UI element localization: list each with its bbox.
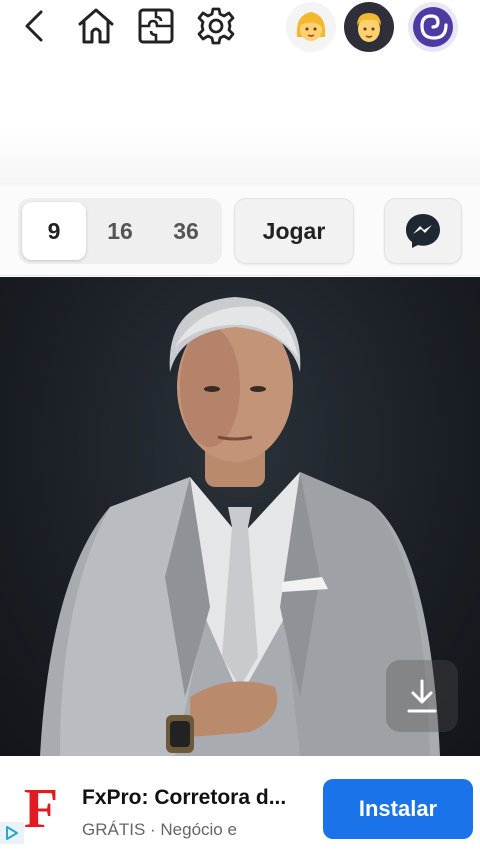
man-icon xyxy=(357,13,381,42)
download-icon xyxy=(407,679,437,713)
back-button[interactable] xyxy=(12,4,56,48)
piece-count-selector: 9 16 36 xyxy=(18,198,222,264)
home-icon xyxy=(78,8,114,44)
woman-icon xyxy=(296,12,326,41)
piece-option-16[interactable]: 16 xyxy=(88,202,152,260)
messenger-button[interactable] xyxy=(384,198,462,264)
gear-icon xyxy=(197,7,235,45)
home-button[interactable] xyxy=(74,4,118,48)
messenger-icon xyxy=(406,214,440,248)
ad-logo: F xyxy=(23,778,59,840)
spiral-avatar[interactable] xyxy=(408,2,458,52)
piece-option-9[interactable]: 9 xyxy=(22,202,86,260)
puzzle-image[interactable] xyxy=(0,277,480,756)
install-button[interactable]: Instalar xyxy=(323,779,473,839)
chevron-left-icon xyxy=(25,10,43,42)
download-button[interactable] xyxy=(386,660,458,732)
ad-banner[interactable]: F FxPro: Corretora d... GRÁTIS · Negócio… xyxy=(0,756,480,854)
woman-avatar[interactable] xyxy=(286,2,336,52)
adchoices-triangle-icon xyxy=(6,826,18,840)
spiral-icon xyxy=(413,7,453,47)
controls-bar: 9 16 36 Jogar xyxy=(0,186,480,276)
adchoices-icon[interactable] xyxy=(0,822,24,844)
man-avatar[interactable] xyxy=(344,2,394,52)
ad-title[interactable]: FxPro: Corretora d... xyxy=(82,786,310,810)
top-bar xyxy=(0,0,480,56)
piece-option-36[interactable]: 36 xyxy=(154,202,218,260)
puzzle-button[interactable] xyxy=(134,4,178,48)
play-button[interactable]: Jogar xyxy=(234,198,354,264)
puzzle-icon xyxy=(138,8,174,44)
ad-subtitle: GRÁTIS · Negócio e xyxy=(82,820,237,839)
settings-button[interactable] xyxy=(194,4,238,48)
header-spacer xyxy=(0,56,480,186)
